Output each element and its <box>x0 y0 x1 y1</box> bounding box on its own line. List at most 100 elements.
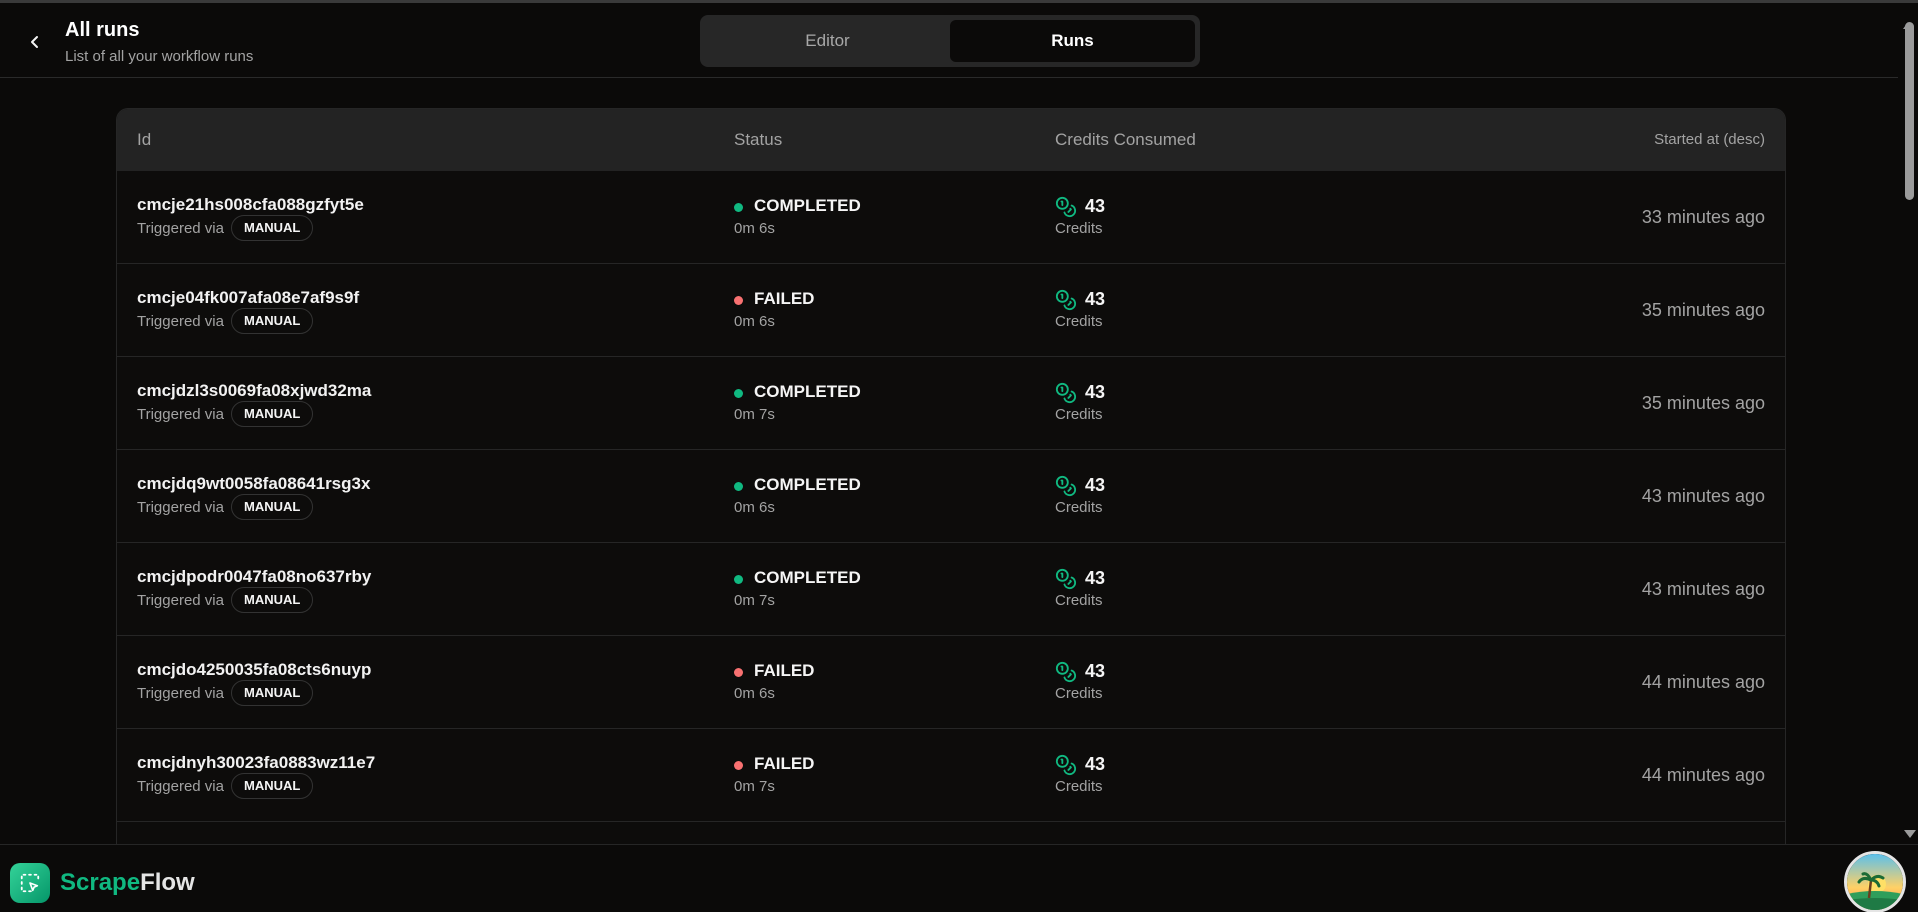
trigger-badge: MANUAL <box>231 308 314 334</box>
status-dot-icon <box>734 389 743 398</box>
run-duration: 0m 6s <box>734 313 775 330</box>
trigger-label: Triggered via <box>137 778 224 795</box>
credits-label: Credits <box>1055 499 1103 516</box>
status-text: FAILED <box>754 661 815 680</box>
run-id[interactable]: cmcjdzl3s0069fa08xjwd32ma <box>137 381 371 401</box>
status-dot-icon <box>734 575 743 584</box>
column-header-id: Id <box>137 130 152 149</box>
column-header-credits: Credits Consumed <box>1055 130 1196 149</box>
started-at: 33 minutes ago <box>1641 207 1765 227</box>
table-row[interactable]: cmcjdo4250035fa08cts6nuyp Triggered via … <box>117 636 1785 729</box>
credits-value: 43 <box>1085 568 1106 588</box>
table-header: Id Status Credits Consumed Started at (d… <box>117 109 1785 171</box>
run-duration: 0m 6s <box>734 685 775 702</box>
coins-icon <box>1055 475 1076 497</box>
column-header-started[interactable]: Started at (desc) <box>1654 109 1765 171</box>
coins-icon <box>1055 289 1076 311</box>
status-dot-icon <box>734 668 743 677</box>
chevron-left-icon <box>31 36 38 48</box>
run-id[interactable]: cmcje04fk007afa08e7af9s9f <box>137 288 359 308</box>
credits-value: 43 <box>1085 475 1106 495</box>
tab-editor[interactable]: Editor <box>705 20 950 62</box>
view-tabs: Editor Runs <box>700 15 1200 67</box>
table-body: cmcje21hs008cfa088gzfyt5e Triggered via … <box>117 171 1785 848</box>
started-at: 44 minutes ago <box>1641 672 1765 692</box>
credits-label: Credits <box>1055 313 1103 330</box>
scroll-down-arrow-icon[interactable] <box>1904 830 1916 838</box>
status-text: FAILED <box>754 754 815 773</box>
brand-name-part1: Scrape <box>60 869 141 896</box>
table-row[interactable]: cmcje04fk007afa08e7af9s9f Triggered via … <box>117 264 1785 357</box>
table-row[interactable]: cmcjdzl3s0069fa08xjwd32ma Triggered via … <box>117 357 1785 450</box>
table-row[interactable]: cmcjdpodr0047fa08no637rby Triggered via … <box>117 543 1785 636</box>
credits-label: Credits <box>1055 220 1103 237</box>
coins-icon <box>1055 196 1076 218</box>
table-row[interactable]: cmcje21hs008cfa088gzfyt5e Triggered via … <box>117 171 1785 264</box>
square-dashed-mouse-pointer-icon <box>20 873 40 893</box>
trigger-label: Triggered via <box>137 220 224 237</box>
table-row[interactable]: cmcjdq9wt0058fa08641rsg3x Triggered via … <box>117 450 1785 543</box>
trigger-badge: MANUAL <box>231 680 314 706</box>
run-id[interactable]: cmcje21hs008cfa088gzfyt5e <box>137 195 364 215</box>
back-button[interactable] <box>22 29 48 55</box>
credits-label: Credits <box>1055 592 1103 609</box>
page-subtitle: List of all your workflow runs <box>65 48 254 65</box>
page-title: All runs <box>65 19 140 41</box>
credits-value: 43 <box>1085 661 1106 681</box>
status-text: COMPLETED <box>754 382 861 401</box>
started-at: 35 minutes ago <box>1641 300 1765 320</box>
run-duration: 0m 7s <box>734 406 775 423</box>
credits-label: Credits <box>1055 685 1103 702</box>
avatar-image <box>1847 854 1903 910</box>
started-at: 35 minutes ago <box>1641 393 1765 413</box>
coins-icon <box>1055 754 1076 776</box>
status-dot-icon <box>734 482 743 491</box>
brand-name[interactable]: ScrapeFlow <box>60 869 195 897</box>
footer: ScrapeFlow <box>0 844 1918 912</box>
trigger-label: Triggered via <box>137 499 224 516</box>
status-text: FAILED <box>754 289 815 308</box>
trigger-badge: MANUAL <box>231 587 314 613</box>
run-duration: 0m 6s <box>734 220 775 237</box>
status-text: COMPLETED <box>754 475 861 494</box>
credits-value: 43 <box>1085 382 1106 402</box>
trigger-label: Triggered via <box>137 313 224 330</box>
started-at: 43 minutes ago <box>1641 579 1765 599</box>
trigger-badge: MANUAL <box>231 773 314 799</box>
runs-table: Id Status Credits Consumed Started at (d… <box>116 108 1786 848</box>
run-duration: 0m 7s <box>734 592 775 609</box>
run-id[interactable]: cmcjdq9wt0058fa08641rsg3x <box>137 474 370 494</box>
trigger-label: Triggered via <box>137 685 224 702</box>
trigger-badge: MANUAL <box>231 494 314 520</box>
run-id[interactable]: cmcjdo4250035fa08cts6nuyp <box>137 660 371 680</box>
page-header: All runs List of all your workflow runs … <box>0 3 1898 78</box>
run-duration: 0m 6s <box>734 499 775 516</box>
coins-icon <box>1055 661 1076 683</box>
column-header-status: Status <box>734 130 783 149</box>
trigger-label: Triggered via <box>137 592 224 609</box>
run-id[interactable]: cmcjdpodr0047fa08no637rby <box>137 567 371 587</box>
logo-icon[interactable] <box>10 863 50 903</box>
coins-icon <box>1055 382 1076 404</box>
status-dot-icon <box>734 203 743 212</box>
started-at: 44 minutes ago <box>1641 765 1765 785</box>
started-at: 43 minutes ago <box>1641 486 1765 506</box>
trigger-badge: MANUAL <box>231 215 314 241</box>
table-row[interactable]: cmcjdnyh30023fa0883wz11e7 Triggered via … <box>117 729 1785 822</box>
trigger-label: Triggered via <box>137 406 224 423</box>
run-id[interactable]: cmcjdnyh30023fa0883wz11e7 <box>137 753 375 773</box>
run-duration: 0m 7s <box>734 778 775 795</box>
brand-name-part2: Flow <box>140 869 195 896</box>
credits-value: 43 <box>1085 196 1106 216</box>
credits-value: 43 <box>1085 754 1106 774</box>
trigger-badge: MANUAL <box>231 401 314 427</box>
tab-runs[interactable]: Runs <box>950 20 1195 62</box>
credits-label: Credits <box>1055 406 1103 423</box>
status-dot-icon <box>734 296 743 305</box>
user-avatar[interactable] <box>1844 851 1906 912</box>
credits-label: Credits <box>1055 778 1103 795</box>
scrollbar-thumb[interactable] <box>1905 22 1914 200</box>
coins-icon <box>1055 568 1076 590</box>
status-text: COMPLETED <box>754 568 861 587</box>
status-text: COMPLETED <box>754 196 861 215</box>
